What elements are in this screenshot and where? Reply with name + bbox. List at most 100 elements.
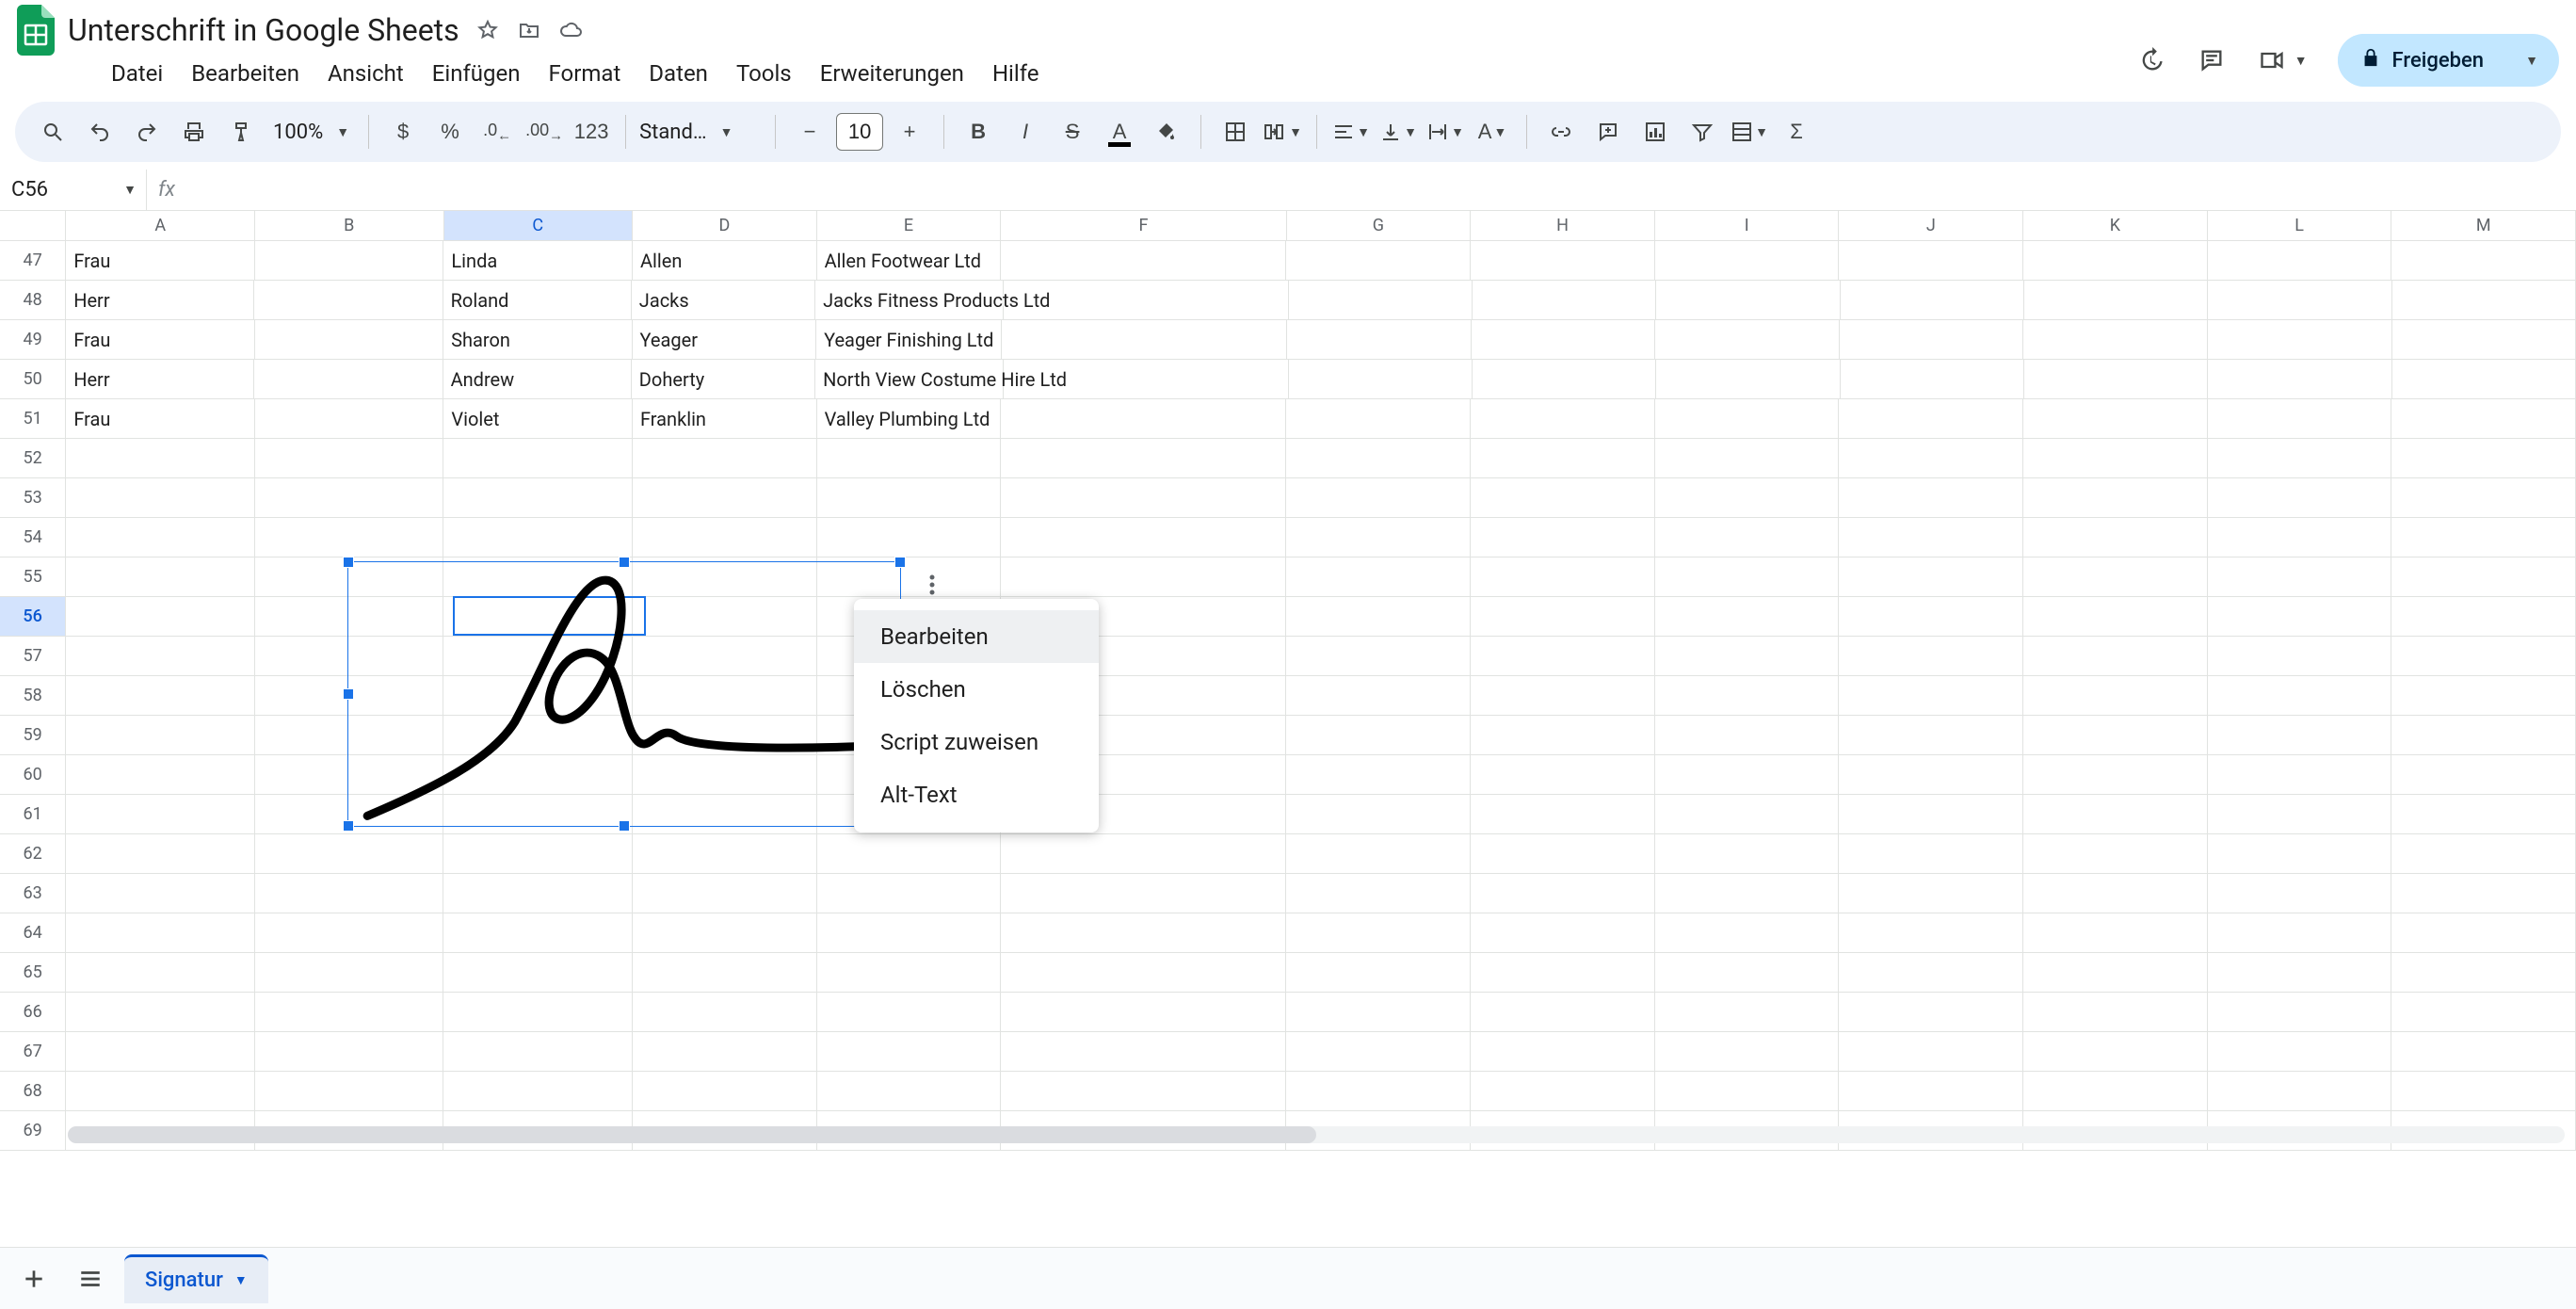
cell[interactable] [1286,716,1471,755]
sheet-tab-active[interactable]: Signatur ▼ [124,1254,268,1303]
column-header[interactable]: L [2208,211,2392,240]
cell[interactable] [66,439,255,478]
cell[interactable] [1655,913,1840,953]
spreadsheet-grid[interactable]: ABCDEFGHIJKLM 47FrauLindaAllenAllen Foot… [0,211,2576,1247]
cell[interactable] [1656,281,1840,320]
resize-handle[interactable] [343,557,354,568]
cell[interactable] [1001,993,1286,1032]
cell[interactable] [443,1032,633,1072]
resize-handle[interactable] [619,557,630,568]
print-icon[interactable] [173,111,215,153]
insert-comment-icon[interactable] [1587,111,1629,153]
cell[interactable] [1286,874,1471,913]
cell[interactable] [1839,1072,2023,1111]
undo-icon[interactable] [79,111,121,153]
cell[interactable] [1655,795,1840,834]
cell[interactable] [1471,439,1655,478]
cell[interactable] [1289,281,1473,320]
cell[interactable] [66,1032,255,1072]
row-header[interactable]: 48 [0,281,66,320]
cell[interactable] [1655,241,1840,281]
cell[interactable] [2391,478,2576,518]
cell[interactable] [1001,518,1286,558]
cell[interactable] [1839,755,2023,795]
cell[interactable] [1286,1032,1471,1072]
row-header[interactable]: 51 [0,399,66,439]
cell[interactable] [1655,597,1840,637]
cell[interactable] [2023,1072,2208,1111]
cell[interactable] [1287,320,1472,360]
cell[interactable]: Herr [66,360,254,399]
cell[interactable] [1839,597,2023,637]
text-rotation-icon[interactable]: A▼ [1472,111,1513,153]
cell[interactable]: Franklin [633,399,817,439]
cell[interactable] [2208,399,2392,439]
cell[interactable] [1001,913,1286,953]
cell[interactable] [2391,795,2576,834]
cell[interactable] [2208,597,2392,637]
share-button[interactable]: Freigeben [2338,34,2506,87]
cell[interactable] [66,1072,255,1111]
cell[interactable]: Valley Plumbing Ltd [817,399,1002,439]
functions-sigma-icon[interactable]: Σ [1776,111,1817,153]
cell[interactable] [255,993,444,1032]
cell[interactable] [2024,281,2208,320]
cell[interactable] [2391,597,2576,637]
cell[interactable] [1471,597,1655,637]
cell[interactable] [66,558,255,597]
cell[interactable] [1286,913,1471,953]
cell[interactable] [633,913,817,953]
column-header[interactable]: B [255,211,444,240]
cell[interactable] [2208,1072,2392,1111]
sheets-logo-icon[interactable] [15,3,56,57]
cell[interactable] [443,478,633,518]
cell[interactable] [255,913,444,953]
cell[interactable] [2023,993,2208,1032]
cell[interactable]: Allen [633,241,817,281]
cell[interactable]: Doherty [632,360,815,399]
cell[interactable]: Yeager [633,320,817,360]
select-all-corner[interactable] [0,211,66,240]
row-header[interactable]: 60 [0,755,66,795]
cell[interactable] [1286,1072,1471,1111]
cell[interactable] [1471,834,1655,874]
cell[interactable] [1471,716,1655,755]
cell[interactable] [66,755,255,795]
cell[interactable] [66,518,255,558]
cell[interactable] [2391,1072,2576,1111]
cell[interactable] [817,913,1002,953]
cell[interactable]: Roland [443,281,632,320]
cell[interactable] [633,874,817,913]
cell[interactable] [443,834,633,874]
cell[interactable] [1286,755,1471,795]
cell[interactable] [2023,953,2208,993]
bold-icon[interactable]: B [958,111,999,153]
cell[interactable] [817,478,1002,518]
cell[interactable] [1655,953,1840,993]
cell[interactable]: Frau [66,241,255,281]
cell[interactable] [1655,874,1840,913]
cell[interactable] [443,874,633,913]
cell[interactable] [817,518,1002,558]
cell[interactable]: Frau [66,399,255,439]
cell[interactable] [1655,834,1840,874]
cell[interactable] [2208,755,2392,795]
cell[interactable] [1286,834,1471,874]
cell[interactable] [1839,716,2023,755]
cell[interactable] [2208,993,2392,1032]
cell[interactable] [1656,360,1840,399]
cell[interactable] [1471,953,1655,993]
column-header[interactable]: K [2023,211,2208,240]
cell[interactable] [1001,241,1286,281]
row-header[interactable]: 57 [0,637,66,676]
cell[interactable] [817,953,1002,993]
cell[interactable] [2391,637,2576,676]
cell[interactable] [66,953,255,993]
cell[interactable] [2208,637,2392,676]
cell[interactable] [1471,755,1655,795]
cell[interactable] [817,874,1002,913]
cell[interactable] [66,795,255,834]
row-header[interactable]: 50 [0,360,66,399]
cell[interactable] [1001,558,1286,597]
cell[interactable] [1001,953,1286,993]
